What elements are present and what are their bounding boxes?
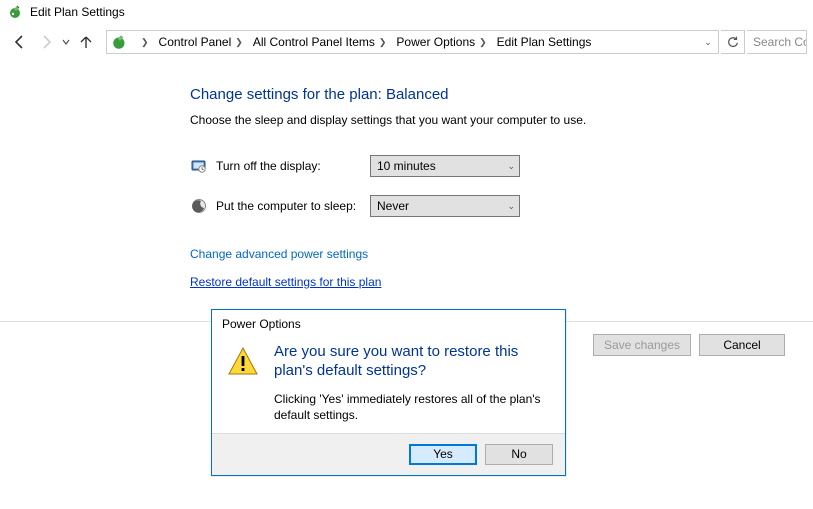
advanced-settings-link[interactable]: Change advanced power settings bbox=[190, 247, 813, 261]
window-titlebar: Edit Plan Settings bbox=[0, 0, 813, 24]
main-content: Change settings for the plan: Balanced C… bbox=[0, 60, 813, 289]
page-subtext: Choose the sleep and display settings th… bbox=[190, 113, 813, 127]
no-button[interactable]: No bbox=[485, 444, 553, 465]
breadcrumb[interactable]: ❯ Control Panel❯ All Control Panel Items… bbox=[106, 30, 719, 54]
save-button[interactable]: Save changes bbox=[593, 334, 691, 356]
breadcrumb-dropdown[interactable]: ⌄ bbox=[700, 37, 716, 48]
chevron-down-icon: ⌄ bbox=[507, 161, 515, 172]
warning-icon bbox=[226, 345, 260, 379]
breadcrumb-item[interactable]: Power Options❯ bbox=[390, 31, 490, 53]
confirm-dialog: Power Options Are you sure you want to r… bbox=[211, 309, 566, 476]
search-input[interactable]: Search Cor bbox=[747, 30, 807, 54]
breadcrumb-item[interactable]: All Control Panel Items❯ bbox=[247, 31, 391, 53]
navigation-bar: ❯ Control Panel❯ All Control Panel Items… bbox=[0, 24, 813, 60]
up-button[interactable] bbox=[74, 30, 98, 54]
setting-label: Turn off the display: bbox=[216, 159, 370, 173]
combo-value: Never bbox=[377, 199, 409, 213]
dialog-main-text: Are you sure you want to restore this pl… bbox=[274, 343, 551, 381]
page-heading: Change settings for the plan: Balanced bbox=[190, 86, 813, 103]
display-icon bbox=[190, 157, 208, 175]
history-dropdown[interactable] bbox=[60, 30, 72, 54]
sleep-icon bbox=[190, 197, 208, 215]
chevron-down-icon: ⌄ bbox=[507, 201, 515, 212]
sleep-timeout-combo[interactable]: Never ⌄ bbox=[370, 195, 520, 217]
dialog-sub-text: Clicking 'Yes' immediately restores all … bbox=[274, 391, 551, 423]
app-icon bbox=[8, 4, 24, 20]
breadcrumb-icon bbox=[111, 33, 129, 51]
setting-row-display: Turn off the display: 10 minutes ⌄ bbox=[190, 155, 813, 177]
window-title: Edit Plan Settings bbox=[30, 5, 125, 19]
combo-value: 10 minutes bbox=[377, 159, 436, 173]
dialog-title: Power Options bbox=[212, 310, 565, 337]
yes-button[interactable]: Yes bbox=[409, 444, 477, 465]
setting-row-sleep: Put the computer to sleep: Never ⌄ bbox=[190, 195, 813, 217]
forward-button[interactable] bbox=[34, 30, 58, 54]
display-timeout-combo[interactable]: 10 minutes ⌄ bbox=[370, 155, 520, 177]
action-buttons: Save changes Cancel bbox=[593, 334, 785, 356]
restore-defaults-link[interactable]: Restore default settings for this plan bbox=[190, 275, 813, 289]
back-button[interactable] bbox=[8, 30, 32, 54]
cancel-button[interactable]: Cancel bbox=[699, 334, 785, 356]
chevron-right-icon[interactable]: ❯ bbox=[131, 31, 153, 53]
refresh-button[interactable] bbox=[721, 30, 745, 54]
breadcrumb-item[interactable]: Edit Plan Settings bbox=[491, 31, 596, 53]
breadcrumb-item[interactable]: Control Panel❯ bbox=[153, 31, 247, 53]
dialog-footer: Yes No bbox=[212, 433, 565, 475]
search-placeholder: Search Cor bbox=[753, 35, 807, 49]
setting-label: Put the computer to sleep: bbox=[216, 199, 370, 213]
